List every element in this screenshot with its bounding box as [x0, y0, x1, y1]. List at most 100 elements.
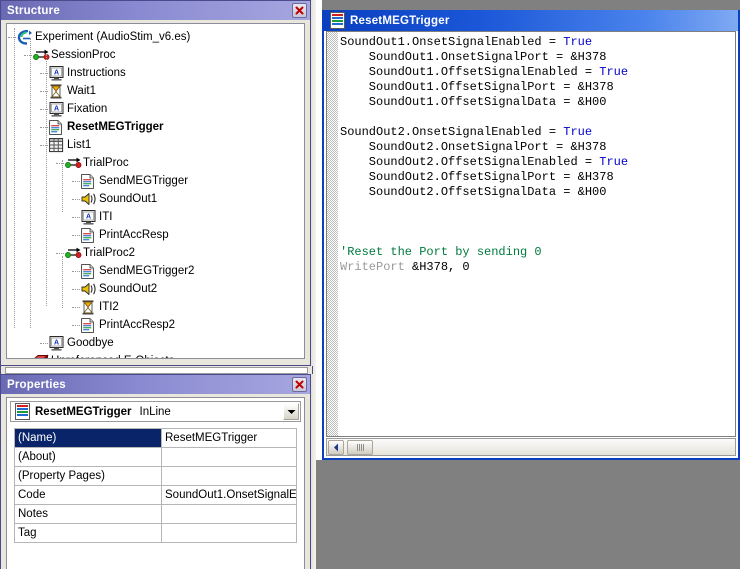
- tree-item[interactable]: AITI: [7, 208, 304, 226]
- code-token: WritePort: [340, 260, 405, 274]
- structure-panel: Structure Experiment (AudioStim_v6.es) Se…: [0, 0, 311, 366]
- code-line: [340, 110, 735, 125]
- textdisplay-icon: A: [49, 66, 64, 81]
- close-icon[interactable]: [292, 3, 307, 18]
- tree-item-label: TrialProc: [83, 157, 129, 169]
- object-selector-combobox[interactable]: ResetMEGTrigger InLine: [10, 401, 301, 422]
- textdisplay-icon: A: [49, 336, 64, 351]
- tree-item-label: Instructions: [67, 67, 126, 79]
- code-token: SoundOut1.OnsetSignalEnabled =: [340, 35, 563, 49]
- tree-item[interactable]: SoundOut2: [7, 280, 304, 298]
- property-row[interactable]: (Property Pages): [15, 467, 297, 486]
- code-line: SoundOut2.OnsetSignalPort = &H378: [340, 140, 735, 155]
- close-icon[interactable]: [292, 377, 307, 392]
- tree-item[interactable]: PrintAccResp2: [7, 316, 304, 334]
- tree-item[interactable]: SoundOut1: [7, 190, 304, 208]
- property-value[interactable]: SoundOut1.OnsetSignalEna: [162, 486, 297, 505]
- editor-gutter: [327, 32, 339, 436]
- desktop-background-bottom: [316, 460, 740, 569]
- panel-splitter[interactable]: [0, 366, 313, 374]
- code-token: SoundOut1.OffsetSignalData = &H00: [340, 95, 606, 109]
- tree-connector: [72, 217, 80, 218]
- tree-item-label: ITI: [99, 211, 112, 223]
- tree-item[interactable]: AInstructions: [7, 64, 304, 82]
- tree-connector: [72, 289, 80, 290]
- wait-icon: [49, 84, 64, 99]
- tree-item[interactable]: ITI2: [7, 298, 304, 316]
- code-token: 'Reset the Port by sending 0: [340, 245, 542, 259]
- tree-connector: [72, 181, 80, 182]
- tree-item-label: SoundOut2: [99, 283, 157, 295]
- property-value[interactable]: [162, 467, 297, 486]
- code-token: SoundOut1.OffsetSignalEnabled =: [340, 65, 599, 79]
- horizontal-scrollbar[interactable]: [326, 438, 736, 456]
- tree-item-label: ITI2: [99, 301, 119, 313]
- code-line: SoundOut1.OnsetSignalPort = &H378: [340, 50, 735, 65]
- tree-item-label: SoundOut1: [99, 193, 157, 205]
- code-editor-window: ResetMEGTrigger SoundOut1.OnsetSignalEna…: [322, 10, 740, 460]
- tree-item[interactable]: TrialProc: [7, 154, 304, 172]
- code-token: SoundOut2.OnsetSignalEnabled =: [340, 125, 563, 139]
- inline-icon: [81, 264, 96, 279]
- tree-item[interactable]: A Goodbye: [7, 334, 304, 352]
- property-row[interactable]: CodeSoundOut1.OnsetSignalEna: [15, 486, 297, 505]
- code-source: SoundOut1.OnsetSignalEnabled = True Soun…: [340, 35, 735, 436]
- code-token: SoundOut2.OffsetSignalEnabled =: [340, 155, 599, 169]
- tree-item[interactable]: SendMEGTrigger2: [7, 262, 304, 280]
- code-token: SoundOut2.OffsetSignalPort = &H378: [340, 170, 614, 184]
- tree-connector: [72, 235, 80, 236]
- tree-item[interactable]: Wait1: [7, 82, 304, 100]
- tree-item[interactable]: SendMEGTrigger: [7, 172, 304, 190]
- scrollbar-thumb[interactable]: [347, 440, 373, 455]
- properties-grid[interactable]: (Name)ResetMEGTrigger(About)(Property Pa…: [14, 428, 297, 543]
- tree-item-label: TrialProc2: [83, 247, 135, 259]
- property-value[interactable]: [162, 505, 297, 524]
- tree-item-label: SessionProc: [51, 49, 116, 61]
- code-token: True: [599, 65, 628, 79]
- inline-icon: [81, 174, 96, 189]
- code-line: [340, 215, 735, 230]
- tree-connector: [72, 199, 80, 200]
- tree-item[interactable]: List1: [7, 136, 304, 154]
- property-value[interactable]: [162, 448, 297, 467]
- property-row[interactable]: (About): [15, 448, 297, 467]
- code-line: SoundOut1.OffsetSignalData = &H00: [340, 95, 735, 110]
- chevron-left-icon[interactable]: [328, 440, 344, 455]
- svg-text:A: A: [54, 339, 59, 346]
- inline-icon: [81, 228, 96, 243]
- property-row[interactable]: Notes: [15, 505, 297, 524]
- tree-item[interactable]: SessionProc: [7, 46, 304, 64]
- code-line: SoundOut2.OffsetSignalPort = &H378: [340, 170, 735, 185]
- svg-text:A: A: [54, 105, 59, 112]
- tree-item[interactable]: AFixation: [7, 100, 304, 118]
- property-row[interactable]: (Name)ResetMEGTrigger: [15, 429, 297, 448]
- property-value[interactable]: ResetMEGTrigger: [162, 429, 297, 448]
- tree-item-label: Goodbye: [67, 337, 114, 349]
- tree-item[interactable]: PrintAccResp: [7, 226, 304, 244]
- tree-item[interactable]: Experiment (AudioStim_v6.es): [7, 28, 304, 46]
- property-row[interactable]: Tag: [15, 524, 297, 543]
- property-key: Notes: [15, 505, 162, 524]
- code-line: [340, 230, 735, 245]
- properties-title: Properties: [7, 379, 292, 391]
- code-text-area[interactable]: SoundOut1.OnsetSignalEnabled = True Soun…: [326, 31, 736, 437]
- tree-guide-line: [14, 28, 15, 328]
- property-value[interactable]: [162, 524, 297, 543]
- tree-connector: [40, 343, 48, 344]
- procedure-icon: [65, 156, 80, 171]
- tree-item-label: SendMEGTrigger2: [99, 265, 194, 277]
- tree-item[interactable]: Unreferenced E-Objects: [7, 352, 304, 359]
- code-token: SoundOut1.OffsetSignalPort = &H378: [340, 80, 614, 94]
- tree-item[interactable]: ResetMEGTrigger: [7, 118, 304, 136]
- tree-item[interactable]: TrialProc2: [7, 244, 304, 262]
- chevron-down-icon[interactable]: [283, 403, 299, 420]
- code-token: SoundOut2.OffsetSignalData = &H00: [340, 185, 606, 199]
- structure-titlebar: Structure: [1, 1, 310, 20]
- tree-connector: [56, 253, 64, 254]
- unreferenced-icon: [33, 354, 48, 360]
- structure-tree-container[interactable]: Experiment (AudioStim_v6.es) SessionProc A…: [6, 23, 305, 359]
- code-line: SoundOut1.OffsetSignalEnabled = True: [340, 65, 735, 80]
- property-key: Tag: [15, 524, 162, 543]
- code-line: SoundOut2.OffsetSignalData = &H00: [340, 185, 735, 200]
- inline-icon: [15, 403, 30, 420]
